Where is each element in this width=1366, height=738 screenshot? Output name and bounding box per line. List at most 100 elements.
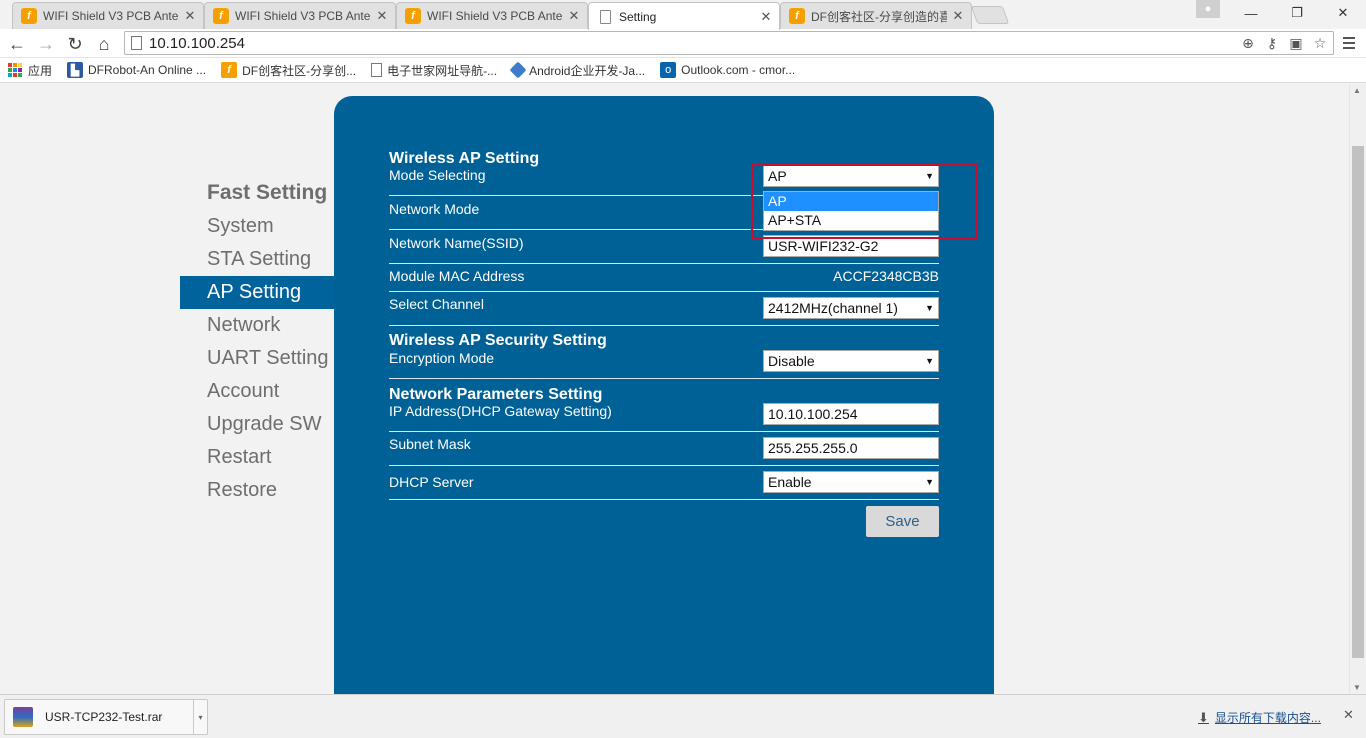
- section-title-network-params: Network Parameters Setting: [389, 386, 603, 403]
- dhcp-row: DHCP Server Enable: [389, 466, 939, 500]
- bookmark-label: DF创客社区-分享创...: [242, 63, 357, 78]
- annotation-highlight-box: [751, 164, 977, 239]
- bookmark-df-community[interactable]: f DF创客社区-分享创...: [221, 62, 356, 79]
- scroll-down-icon[interactable]: ▼: [1353, 683, 1361, 692]
- sidebar-item-account[interactable]: Account: [180, 375, 334, 408]
- bookmark-apps[interactable]: 应用: [8, 62, 52, 79]
- page-icon: [371, 63, 383, 77]
- translate-icon[interactable]: ▣: [1287, 33, 1305, 53]
- subnet-input[interactable]: 255.255.255.0: [763, 437, 939, 459]
- sidebar-item-uart-setting[interactable]: UART Setting: [180, 342, 334, 375]
- download-file-name: USR-TCP232-Test.rar: [45, 710, 163, 724]
- bookmark-android[interactable]: Android企业开发-Ja...: [509, 61, 646, 79]
- browser-tab-5[interactable]: f DF创客社区-分享创造的喜 ✕: [780, 2, 972, 29]
- df-logo-icon: f: [213, 8, 229, 24]
- scrollbar-thumb[interactable]: [1352, 146, 1364, 658]
- mode-selecting-label: Mode Selecting: [389, 167, 486, 183]
- reload-icon[interactable]: ↻: [63, 32, 87, 56]
- ip-address-label: IP Address(DHCP Gateway Setting): [389, 403, 612, 419]
- tab-title: WIFI Shield V3 PCB Anten: [427, 9, 563, 23]
- page-icon: [600, 9, 611, 24]
- download-shelf: USR-TCP232-Test.rar ▾ ⬇ 显示所有下载内容... ✕: [0, 694, 1366, 738]
- browser-tab-1[interactable]: f WIFI Shield V3 PCB Anten ✕: [12, 2, 204, 29]
- sidebar-item-ap-setting[interactable]: AP Setting: [180, 276, 334, 309]
- back-arrow-icon[interactable]: ←: [5, 32, 29, 56]
- save-button[interactable]: Save: [866, 506, 939, 537]
- sidebar-item-sta-setting[interactable]: STA Setting: [180, 243, 334, 276]
- bookmark-dianzi[interactable]: 电子世家网址导航-...: [371, 62, 497, 79]
- channel-select[interactable]: 2412MHz(channel 1): [763, 297, 939, 319]
- sidebar-item-fast-setting[interactable]: Fast Setting: [180, 176, 334, 210]
- page-icon: [131, 36, 142, 50]
- star-bookmark-icon[interactable]: ☆: [1311, 33, 1329, 53]
- close-shelf-icon[interactable]: ✕: [1343, 707, 1354, 723]
- browser-tab-2[interactable]: f WIFI Shield V3 PCB Anten ✕: [204, 2, 396, 29]
- chrome-menu-icon[interactable]: [1341, 35, 1357, 51]
- section-title-security: Wireless AP Security Setting: [389, 332, 607, 349]
- dhcp-select[interactable]: Enable: [763, 471, 939, 493]
- close-tab-icon[interactable]: ✕: [183, 8, 197, 24]
- user-profile-icon[interactable]: ●: [1196, 0, 1220, 18]
- sidebar-item-system[interactable]: System: [180, 210, 334, 243]
- rar-archive-icon: [13, 707, 33, 727]
- mac-row: Module MAC Address ACCF2348CB3B: [389, 264, 939, 292]
- bookmark-label: Outlook.com - cmor...: [681, 63, 796, 77]
- encryption-select[interactable]: Disable: [763, 350, 939, 372]
- page-scrollbar[interactable]: ▲ ▼: [1349, 84, 1366, 694]
- df-logo-icon: f: [405, 8, 421, 24]
- df-logo-icon: f: [21, 8, 37, 24]
- ssid-label: Network Name(SSID): [389, 235, 524, 251]
- download-options-chevron-icon[interactable]: ▾: [193, 700, 207, 734]
- browser-tab-3[interactable]: f WIFI Shield V3 PCB Anten ✕: [396, 2, 588, 29]
- window-controls: — ❐ ✕: [1228, 0, 1366, 26]
- mac-value: ACCF2348CB3B: [833, 268, 939, 284]
- key-icon[interactable]: ⚷: [1263, 33, 1281, 53]
- close-tab-icon[interactable]: ✕: [759, 9, 773, 25]
- network-mode-label: Network Mode: [389, 201, 480, 217]
- channel-label: Select Channel: [389, 296, 484, 312]
- address-bar-icons: ⊕ ⚷ ▣ ☆: [1239, 33, 1329, 53]
- bookmark-label: DFRobot-An Online ...: [88, 63, 207, 77]
- encryption-row: Wireless AP Security Setting Encryption …: [389, 326, 939, 379]
- new-tab-button[interactable]: [970, 6, 1010, 24]
- dfrobot-icon: ▙: [67, 62, 84, 78]
- close-tab-icon[interactable]: ✕: [951, 8, 965, 24]
- channel-row: Select Channel 2412MHz(channel 1): [389, 292, 939, 326]
- restore-icon[interactable]: ❐: [1274, 0, 1320, 26]
- page-viewport: Fast Setting System STA Setting AP Setti…: [0, 84, 1349, 694]
- outlook-icon: o: [660, 62, 677, 78]
- show-all-downloads-label: 显示所有下载内容...: [1214, 711, 1321, 725]
- download-item[interactable]: USR-TCP232-Test.rar ▾: [4, 699, 208, 735]
- tab-title: WIFI Shield V3 PCB Anten: [235, 9, 371, 23]
- section-title-wireless-ap: Wireless AP Setting: [389, 150, 540, 167]
- tab-strip: f WIFI Shield V3 PCB Anten ✕ f WIFI Shie…: [0, 0, 1366, 30]
- address-bar[interactable]: 10.10.100.254 ⊕ ⚷ ▣ ☆: [124, 31, 1334, 55]
- bookmarks-bar: 应用 ▙ DFRobot-An Online ... f DF创客社区-分享创.…: [0, 58, 1366, 83]
- settings-sidebar: Fast Setting System STA Setting AP Setti…: [180, 176, 334, 507]
- home-icon[interactable]: ⌂: [92, 32, 116, 56]
- address-url[interactable]: 10.10.100.254: [149, 35, 245, 52]
- browser-tab-setting[interactable]: Setting ✕: [588, 2, 780, 30]
- show-all-downloads-link[interactable]: ⬇ 显示所有下载内容...: [1198, 709, 1321, 726]
- sidebar-item-upgrade-sw[interactable]: Upgrade SW: [180, 408, 334, 441]
- ip-address-row: Network Parameters Setting IP Address(DH…: [389, 379, 939, 432]
- tab-title: Setting: [619, 9, 657, 24]
- close-tab-icon[interactable]: ✕: [375, 8, 389, 24]
- zoom-icon[interactable]: ⊕: [1239, 33, 1257, 53]
- sidebar-item-restart[interactable]: Restart: [180, 441, 334, 474]
- tab-title: WIFI Shield V3 PCB Anten: [43, 9, 179, 23]
- close-tab-icon[interactable]: ✕: [567, 8, 581, 24]
- ip-address-input[interactable]: 10.10.100.254: [763, 403, 939, 425]
- bookmark-label: 应用: [28, 63, 53, 78]
- minimize-icon[interactable]: —: [1228, 0, 1274, 26]
- bookmark-outlook[interactable]: o Outlook.com - cmor...: [660, 62, 795, 78]
- sidebar-item-network[interactable]: Network: [180, 309, 334, 342]
- bookmark-dfrobot[interactable]: ▙ DFRobot-An Online ...: [67, 62, 206, 78]
- sidebar-item-restore[interactable]: Restore: [180, 474, 334, 507]
- close-window-icon[interactable]: ✕: [1320, 0, 1366, 26]
- mac-label: Module MAC Address: [389, 268, 525, 284]
- forward-arrow-icon[interactable]: →: [34, 32, 58, 56]
- bookmark-label: 电子世家网址导航-...: [387, 63, 498, 78]
- bookmark-label: Android企业开发-Ja...: [529, 63, 646, 78]
- scroll-up-icon[interactable]: ▲: [1353, 86, 1361, 95]
